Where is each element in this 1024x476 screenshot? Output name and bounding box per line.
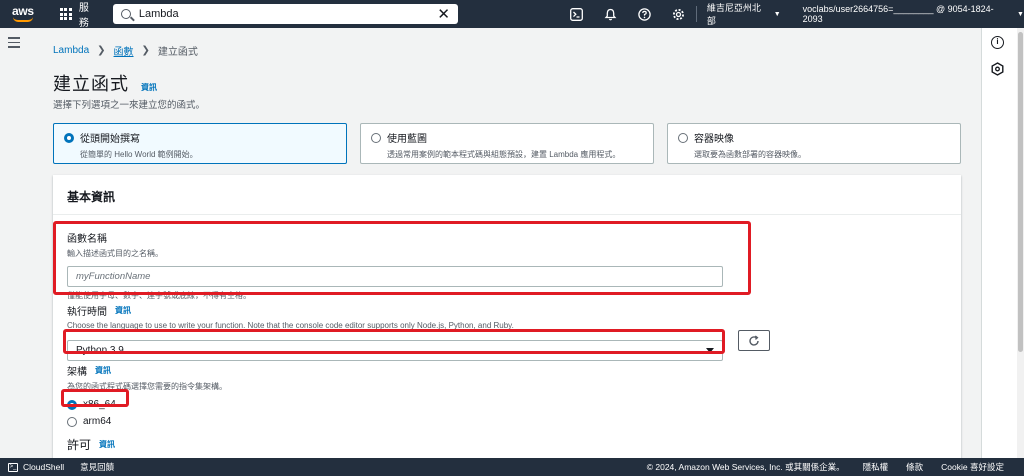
refresh-runtime-button[interactable] [738, 330, 770, 351]
right-tool-rail: i [981, 28, 1017, 458]
option-desc: 選取要為函數部署的容器映像。 [694, 150, 806, 159]
nav-icons [570, 7, 686, 21]
footer: >_ CloudShell 意見回饋 © 2024, Amazon Web Se… [0, 458, 1024, 476]
highlight-function-name [53, 221, 751, 295]
region-label: 維吉尼亞州北部 [706, 3, 761, 26]
side-nav-menu-icon[interactable] [8, 37, 20, 51]
radio-author-from-scratch[interactable] [64, 132, 74, 143]
chevron-right-icon: ❯ [97, 45, 106, 56]
create-option-group: 從頭開始撰寫 從簡單的 Hello World 範例開始。 使用藍圖 透過常用案… [53, 123, 961, 164]
arch-option-arm64[interactable]: arm64 [67, 416, 227, 427]
region-selector[interactable]: 維吉尼亞州北部 ▼ [707, 1, 781, 27]
aws-logo[interactable]: aws [10, 3, 44, 25]
services-grid-icon[interactable] [59, 8, 72, 20]
terms-link[interactable]: 條款 [906, 461, 923, 473]
account-label: voclabs/user2664756=________ @ 9054-1824… [802, 4, 994, 24]
chevron-down-icon: ▼ [1017, 10, 1024, 18]
search-icon [120, 9, 131, 19]
help-icon[interactable] [638, 7, 652, 21]
runtime-info-link[interactable]: 資訊 [115, 305, 131, 316]
clear-search-icon[interactable]: ✕ [437, 7, 450, 22]
cloudshell-icon[interactable] [570, 7, 584, 21]
architecture-label: 架構 [67, 367, 87, 378]
cloudshell-footer-icon: >_ [8, 462, 18, 472]
breadcrumb: Lambda ❯ 函數 ❯ 建立函式 [53, 43, 198, 58]
arch-option-label: arm64 [83, 416, 112, 427]
architecture-info-link[interactable]: 資訊 [95, 365, 111, 376]
hexagon-settings-icon[interactable] [991, 62, 1004, 79]
refresh-icon [749, 334, 759, 346]
cloudshell-label: CloudShell [23, 462, 65, 472]
top-navigation: aws 服務 Lambda ✕ 維吉尼亞州北部 ▼ voclabs/user26… [0, 0, 1024, 29]
privacy-link[interactable]: 隱私權 [863, 461, 889, 473]
option-container-image[interactable]: 容器映像 選取要為函數部署的容器映像。 [667, 123, 961, 164]
permissions-info-link[interactable]: 資訊 [99, 439, 115, 450]
option-use-blueprint[interactable]: 使用藍圖 透過常用案例的範本程式碼與組態預設，建置 Lambda 應用程式。 [360, 123, 654, 164]
aws-logo-text: aws [12, 4, 34, 18]
option-title: 容器映像 [694, 134, 734, 145]
services-menu[interactable]: 服務 [79, 0, 99, 29]
page-title-text: 建立函式 [53, 74, 129, 94]
radio-use-blueprint[interactable] [371, 132, 381, 143]
breadcrumb-functions[interactable]: 函數 [114, 43, 134, 58]
basic-info-panel: 基本資訊 函數名稱 輸入描述函式目的之名稱。 myFunctionName 僅能… [53, 175, 961, 465]
search-value[interactable]: Lambda [139, 8, 437, 20]
feedback-link[interactable]: 意見回饋 [80, 461, 114, 473]
settings-gear-icon[interactable] [672, 7, 686, 21]
highlight-x86-option [61, 389, 129, 407]
cloudshell-button[interactable]: >_ CloudShell [8, 462, 64, 472]
breadcrumb-current: 建立函式 [157, 47, 198, 58]
page-info-link[interactable]: 資訊 [141, 82, 157, 93]
account-menu[interactable]: voclabs/user2664756=________ @ 9054-1824… [803, 4, 1024, 24]
search-input[interactable]: Lambda ✕ [112, 4, 458, 24]
breadcrumb-lambda[interactable]: Lambda [53, 45, 89, 56]
option-desc: 從簡單的 Hello World 範例開始。 [80, 150, 198, 159]
runtime-label: 執行時間 [67, 307, 107, 318]
cookie-preferences-link[interactable]: Cookie 喜好設定 [941, 461, 1004, 473]
page-subtitle: 選擇下列選項之一來建立您的函式。 [53, 100, 206, 111]
chevron-down-icon: ▼ [773, 10, 781, 18]
permissions-field: 許可 資訊 [67, 436, 115, 453]
highlight-runtime-select [63, 329, 725, 354]
chevron-right-icon: ❯ [141, 45, 150, 56]
scrollbar-thumb[interactable] [1018, 32, 1023, 352]
aws-smile-icon [13, 17, 33, 22]
nav-divider [695, 6, 697, 22]
permissions-label: 許可 [67, 438, 92, 452]
info-panel-icon[interactable]: i [991, 36, 1004, 49]
footer-links: © 2024, Amazon Web Services, Inc. 或其關係企業… [647, 461, 1004, 473]
option-author-from-scratch[interactable]: 從頭開始撰寫 從簡單的 Hello World 範例開始。 [53, 123, 347, 164]
option-desc: 透過常用案例的範本程式碼與組態預設，建置 Lambda 應用程式。 [387, 150, 621, 159]
page-title: 建立函式 資訊 [53, 70, 157, 96]
page-scrollbar[interactable] [1017, 28, 1024, 458]
radio-arm64[interactable] [67, 416, 77, 427]
option-title: 使用藍圖 [387, 134, 427, 145]
radio-container-image[interactable] [678, 132, 688, 143]
notifications-bell-icon[interactable] [604, 7, 618, 21]
basic-info-heading: 基本資訊 [53, 175, 961, 215]
copyright-text: © 2024, Amazon Web Services, Inc. 或其關係企業… [646, 462, 845, 472]
option-title: 從頭開始撰寫 [80, 134, 140, 145]
